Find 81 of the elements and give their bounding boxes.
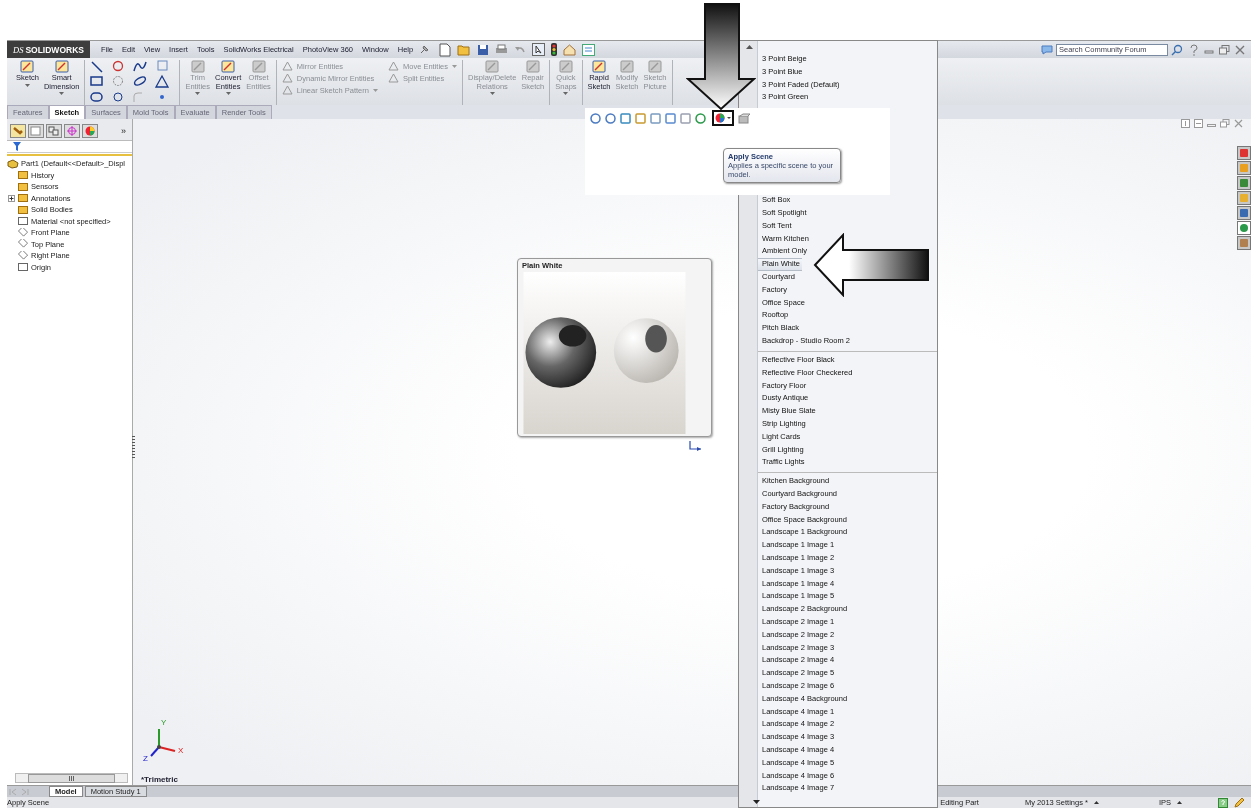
new-document-icon[interactable] [439, 42, 452, 57]
task-pane-icon[interactable] [1237, 161, 1251, 175]
task-pane-icon[interactable] [1237, 191, 1251, 205]
chat-bubble-icon [1041, 44, 1053, 55]
expand-icon[interactable] [8, 194, 15, 202]
feature-tree-tab-icon[interactable] [10, 124, 26, 138]
crosshair-tab-icon[interactable] [64, 124, 80, 138]
task-pane-icon[interactable] [1237, 236, 1251, 250]
filter-icon[interactable] [13, 142, 21, 151]
tool-icon [525, 60, 540, 73]
caret-icon[interactable] [24, 83, 30, 87]
tool-icon [221, 60, 236, 73]
view-toolbar-icon[interactable] [695, 112, 706, 124]
tree-node-icon [18, 204, 28, 215]
tool-icon [251, 60, 266, 73]
help-icon[interactable] [1218, 797, 1228, 808]
triangle-icon [387, 73, 399, 83]
tool-icon [648, 60, 663, 73]
pin-icon[interactable] [418, 43, 431, 56]
view-toolbar-icon[interactable] [635, 112, 646, 124]
close-icon[interactable] [1235, 44, 1245, 55]
list-window-icon[interactable] [582, 43, 596, 56]
task-pane-icon[interactable] [1237, 221, 1251, 235]
house-options-icon[interactable] [563, 43, 577, 56]
property-tab-icon[interactable] [28, 124, 44, 138]
caret-icon[interactable] [59, 92, 65, 95]
task-pane-icon[interactable] [1237, 206, 1251, 220]
tree-node-icon [18, 181, 28, 192]
tool-icon [190, 60, 205, 73]
view-toolbar-icon[interactable] [665, 112, 676, 124]
tool-icon [54, 60, 69, 73]
restore-icon[interactable] [1220, 119, 1230, 128]
tool-icon [592, 60, 606, 73]
close-icon[interactable] [1234, 119, 1243, 128]
save-icon[interactable] [477, 43, 490, 56]
view-orientation-label: *Trimetric [141, 775, 178, 784]
tree-node-icon [18, 227, 28, 238]
part-icon [7, 158, 19, 169]
traffic-light-icon[interactable] [551, 43, 558, 56]
caret-icon[interactable] [1093, 801, 1099, 804]
task-pane-icon[interactable] [1237, 146, 1251, 160]
caret-icon[interactable] [1177, 801, 1182, 804]
triangle-icon [387, 61, 399, 71]
view-toolbar-icon[interactable] [620, 112, 631, 124]
tree-node-icon [18, 262, 28, 273]
tree-node-icon [18, 193, 28, 204]
view-toolbar-icon[interactable] [590, 112, 601, 124]
tool-icon [485, 60, 500, 73]
help-icon[interactable] [1188, 43, 1199, 56]
caret-icon[interactable] [225, 92, 231, 95]
triangle-icon [281, 85, 293, 95]
tool-icon [558, 60, 573, 73]
tree-node-icon [18, 250, 28, 261]
restore-icon[interactable] [1219, 44, 1230, 55]
appearance-tab-icon[interactable] [82, 124, 98, 138]
pointer-icon[interactable] [532, 43, 546, 56]
splitter-handle[interactable] [132, 436, 135, 458]
search-icon[interactable] [1171, 43, 1183, 56]
view-toolbar-icon[interactable] [680, 112, 691, 124]
open-folder-icon[interactable] [457, 43, 472, 56]
tree-node-icon [18, 170, 28, 181]
scroll-down-icon[interactable] [753, 800, 760, 804]
triangle-icon [281, 61, 293, 71]
view-toolbar-icon[interactable] [650, 112, 661, 124]
scroll-up-icon[interactable] [746, 45, 753, 49]
expand-panel-button[interactable]: » [121, 126, 129, 136]
triangle-icon [281, 73, 293, 83]
apply-scene-button[interactable] [712, 110, 734, 126]
solidworks-logo[interactable]: DS SOLIDWORKS [7, 41, 90, 58]
split-view-icon[interactable] [1194, 119, 1203, 128]
configuration-tab-icon[interactable] [46, 124, 62, 138]
tree-node-icon [18, 239, 28, 250]
tree-node-icon [18, 216, 28, 227]
origin-icon [688, 441, 702, 451]
view-toolbar-icon[interactable] [605, 112, 616, 124]
tool-icon [619, 60, 634, 73]
split-view-icon[interactable] [1181, 119, 1190, 128]
display-style-icon[interactable] [738, 112, 751, 124]
tool-icon [20, 60, 35, 73]
task-pane-icon[interactable] [1237, 176, 1251, 190]
printer-icon[interactable] [495, 43, 509, 56]
